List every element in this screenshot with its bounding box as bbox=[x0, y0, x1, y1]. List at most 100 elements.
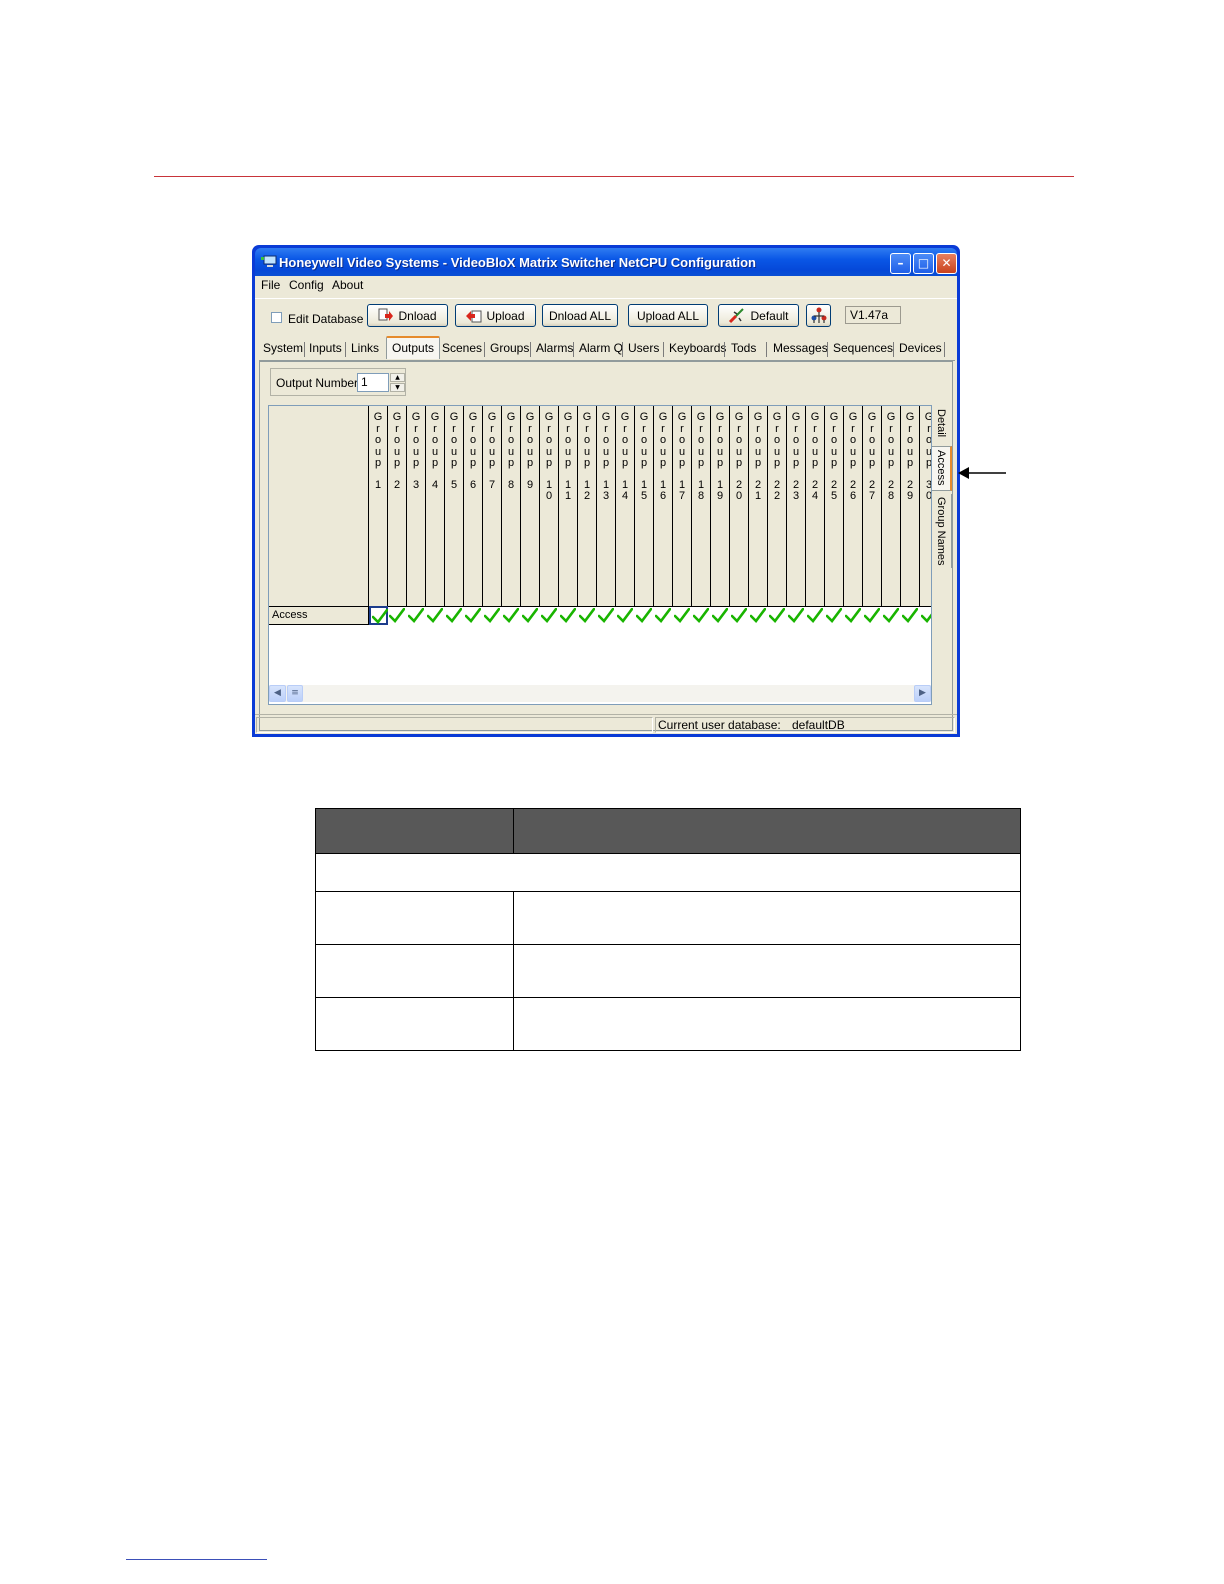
access-cell[interactable] bbox=[388, 606, 407, 625]
access-cell[interactable] bbox=[711, 606, 730, 625]
group-column-header[interactable]: Group26 bbox=[844, 406, 863, 606]
menu-file[interactable]: File bbox=[261, 278, 280, 292]
group-column-header[interactable]: Group30 bbox=[920, 406, 931, 606]
side-tab-group-names[interactable]: Group Names bbox=[932, 494, 952, 568]
access-cell[interactable] bbox=[863, 606, 882, 625]
group-column-header[interactable]: Group3 bbox=[407, 406, 426, 606]
tab-keyboards[interactable]: Keyboards bbox=[669, 341, 726, 359]
group-column-header[interactable]: Group16 bbox=[654, 406, 673, 606]
access-cell[interactable] bbox=[844, 606, 863, 625]
upload-all-button[interactable]: Upload ALL bbox=[628, 304, 708, 327]
access-cell[interactable] bbox=[730, 606, 749, 625]
output-number-stepper[interactable]: ▲ ▼ bbox=[390, 373, 405, 392]
group-column-header[interactable]: Group27 bbox=[863, 406, 882, 606]
group-column-header[interactable]: Group2 bbox=[388, 406, 407, 606]
access-cell[interactable] bbox=[559, 606, 578, 625]
group-column-header[interactable]: Group13 bbox=[597, 406, 616, 606]
group-column-header[interactable]: Group17 bbox=[673, 406, 692, 606]
access-cell[interactable] bbox=[540, 606, 559, 625]
maximize-button[interactable]: □ bbox=[913, 253, 934, 274]
group-column-header[interactable]: Group1 bbox=[369, 406, 388, 606]
spin-up-icon[interactable]: ▲ bbox=[390, 373, 405, 382]
access-cell[interactable] bbox=[768, 606, 787, 625]
access-cell[interactable] bbox=[578, 606, 597, 625]
access-cell[interactable] bbox=[483, 606, 502, 625]
group-column-header[interactable]: Group18 bbox=[692, 406, 711, 606]
dnload-all-button[interactable]: Dnload ALL bbox=[542, 304, 618, 327]
group-column-header[interactable]: Group23 bbox=[787, 406, 806, 606]
access-cell[interactable] bbox=[426, 606, 445, 625]
group-column-header[interactable]: Group24 bbox=[806, 406, 825, 606]
scroll-left-icon[interactable]: ◀ bbox=[269, 685, 286, 702]
group-column-header[interactable]: Group25 bbox=[825, 406, 844, 606]
group-column-header[interactable]: Group15 bbox=[635, 406, 654, 606]
access-cell[interactable] bbox=[464, 606, 483, 625]
tab-alarms[interactable]: Alarms bbox=[536, 341, 573, 359]
group-column-header[interactable]: Group28 bbox=[882, 406, 901, 606]
access-cell[interactable] bbox=[825, 606, 844, 625]
tab-messages[interactable]: Messages bbox=[773, 341, 828, 359]
tab-tods[interactable]: Tods bbox=[731, 341, 756, 359]
group-column-header[interactable]: Group12 bbox=[578, 406, 597, 606]
side-tab-detail[interactable]: Detail bbox=[932, 406, 952, 444]
group-header-letter: p bbox=[678, 457, 686, 469]
access-cell[interactable] bbox=[692, 606, 711, 625]
group-column-header[interactable]: Group4 bbox=[426, 406, 445, 606]
group-column-header[interactable]: Group22 bbox=[768, 406, 787, 606]
group-column-header[interactable]: Group6 bbox=[464, 406, 483, 606]
tab-alarm-q[interactable]: Alarm Q bbox=[579, 341, 623, 359]
access-cell[interactable] bbox=[806, 606, 825, 625]
group-column-header[interactable]: Group19 bbox=[711, 406, 730, 606]
minimize-button[interactable]: – bbox=[890, 253, 911, 274]
access-cell[interactable] bbox=[616, 606, 635, 625]
tab-scenes[interactable]: Scenes bbox=[442, 341, 482, 359]
group-column-header[interactable]: Group14 bbox=[616, 406, 635, 606]
group-column-header[interactable]: Group11 bbox=[559, 406, 578, 606]
tab-devices[interactable]: Devices bbox=[899, 341, 942, 359]
access-cell[interactable] bbox=[787, 606, 806, 625]
tab-users[interactable]: Users bbox=[628, 341, 659, 359]
title-bar[interactable]: Honeywell Video Systems - VideoBloX Matr… bbox=[255, 248, 957, 276]
tab-groups[interactable]: Groups bbox=[490, 341, 529, 359]
group-column-header[interactable]: Group29 bbox=[901, 406, 920, 606]
group-column-header[interactable]: Group9 bbox=[521, 406, 540, 606]
network-button[interactable] bbox=[806, 304, 831, 327]
tab-outputs[interactable]: Outputs bbox=[386, 336, 441, 359]
edit-database-checkbox[interactable] bbox=[271, 312, 282, 323]
close-button[interactable]: ✕ bbox=[936, 253, 957, 274]
horizontal-scrollbar[interactable]: ◀ ≡ ▶ bbox=[269, 685, 931, 702]
scroll-right-icon[interactable]: ▶ bbox=[914, 685, 931, 702]
group-column-header[interactable]: Group8 bbox=[502, 406, 521, 606]
group-column-header[interactable]: Group21 bbox=[749, 406, 768, 606]
tab-sequences[interactable]: Sequences bbox=[833, 341, 893, 359]
dnload-button[interactable]: Dnload bbox=[367, 304, 448, 327]
group-column-header[interactable]: Group7 bbox=[483, 406, 502, 606]
access-cell[interactable] bbox=[445, 606, 464, 625]
access-cell[interactable] bbox=[749, 606, 768, 625]
access-cell[interactable] bbox=[882, 606, 901, 625]
access-cell[interactable] bbox=[673, 606, 692, 625]
upload-button[interactable]: Upload bbox=[455, 304, 536, 327]
access-cell[interactable] bbox=[920, 606, 931, 625]
output-number-input[interactable]: 1 bbox=[357, 373, 389, 392]
access-cell[interactable] bbox=[407, 606, 426, 625]
group-column-header[interactable]: Group10 bbox=[540, 406, 559, 606]
access-cell[interactable] bbox=[901, 606, 920, 625]
access-cell[interactable] bbox=[654, 606, 673, 625]
group-column-header[interactable]: Group5 bbox=[445, 406, 464, 606]
access-cell[interactable] bbox=[521, 606, 540, 625]
menu-about[interactable]: About bbox=[332, 278, 363, 292]
spin-down-icon[interactable]: ▼ bbox=[390, 383, 405, 392]
side-tab-access[interactable]: Access bbox=[932, 446, 952, 491]
tab-links[interactable]: Links bbox=[351, 341, 379, 359]
scroll-thumb[interactable]: ≡ bbox=[287, 685, 303, 702]
tab-system[interactable]: System bbox=[263, 341, 303, 359]
default-button[interactable]: Default bbox=[718, 304, 799, 327]
access-cell[interactable] bbox=[369, 606, 388, 625]
access-cell[interactable] bbox=[597, 606, 616, 625]
access-cell[interactable] bbox=[635, 606, 654, 625]
tab-inputs[interactable]: Inputs bbox=[309, 341, 342, 359]
group-column-header[interactable]: Group20 bbox=[730, 406, 749, 606]
menu-config[interactable]: Config bbox=[289, 278, 324, 292]
access-cell[interactable] bbox=[502, 606, 521, 625]
